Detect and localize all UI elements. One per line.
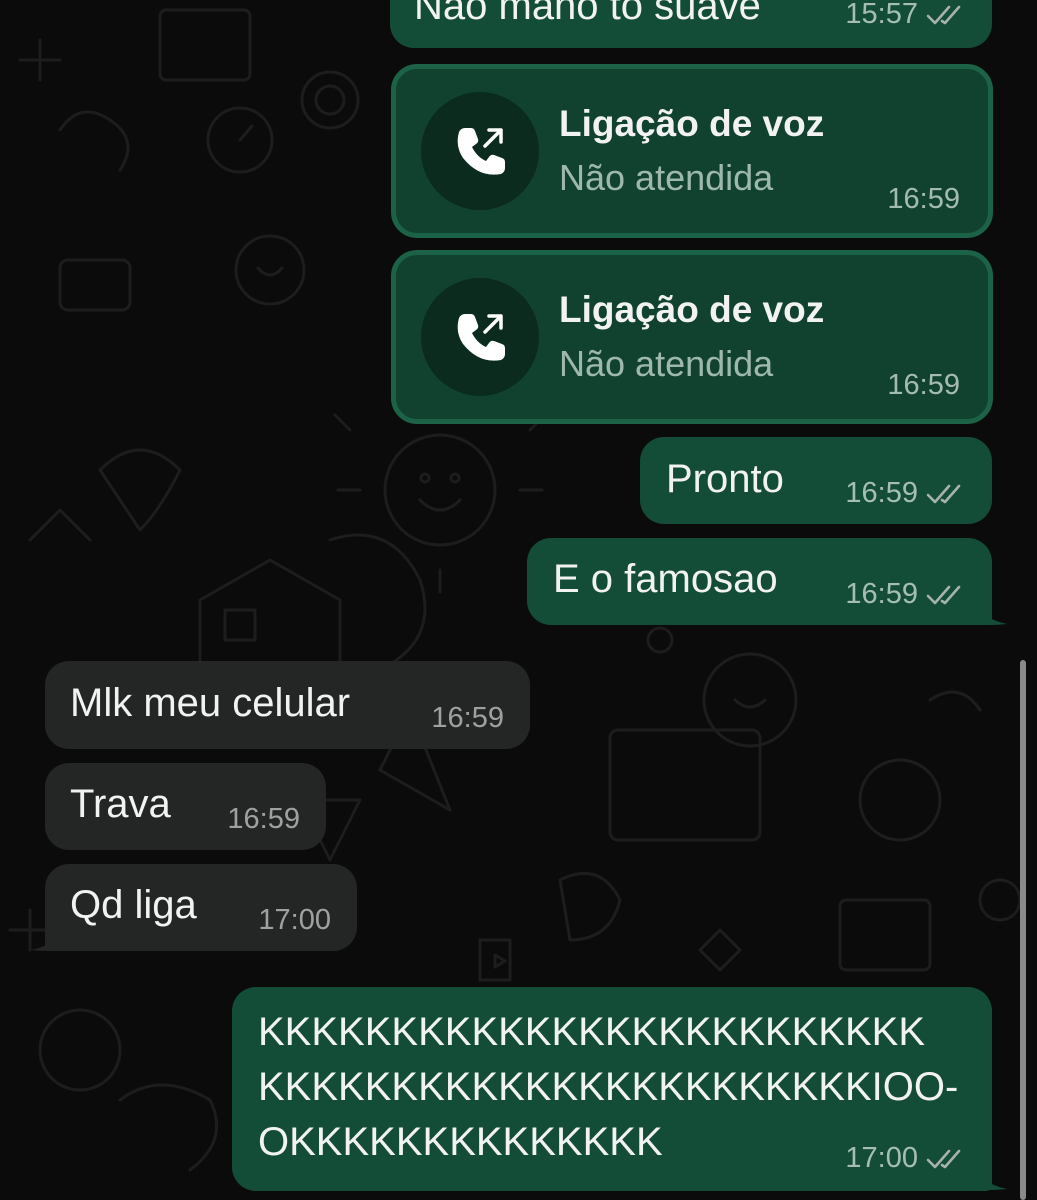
bubble-tail bbox=[31, 926, 63, 951]
message-meta: 16:59 bbox=[845, 578, 966, 611]
outgoing-call-icon bbox=[457, 128, 505, 175]
message-time: 16:59 bbox=[431, 702, 504, 734]
call-title: Ligação de voz bbox=[559, 289, 825, 330]
call-icon-circle bbox=[421, 92, 539, 210]
call-icon-circle bbox=[421, 278, 539, 396]
outgoing-message[interactable]: Pronto 16:59 bbox=[640, 437, 992, 524]
message-meta: 17:00 bbox=[845, 1142, 966, 1175]
message-text: E o famosao bbox=[553, 557, 778, 601]
incoming-message[interactable]: Trava 16:59 bbox=[45, 763, 326, 850]
bubble-tail bbox=[975, 600, 1007, 625]
outgoing-call-icon bbox=[457, 314, 505, 361]
message-time: 16:59 bbox=[887, 369, 960, 401]
message-meta: 16:59 bbox=[845, 477, 966, 510]
message-text: Pronto bbox=[666, 457, 784, 501]
message-time: 16:59 bbox=[845, 578, 918, 610]
message-line: KKKKKKKKKKKKKKKKKKKKKKKKK bbox=[258, 1010, 925, 1054]
call-status: Não atendida bbox=[559, 343, 774, 384]
message-meta: 15:57 bbox=[845, 0, 966, 31]
double-check-icon bbox=[926, 585, 961, 604]
bubble-tail bbox=[975, 1165, 1007, 1190]
message-line: KKKKKKKKKKKKKKKKKKKKKKKIOO- bbox=[258, 1065, 959, 1109]
double-check-icon bbox=[926, 1149, 961, 1168]
call-title: Ligação de voz bbox=[559, 103, 825, 144]
message-time: 15:57 bbox=[845, 0, 918, 30]
outgoing-message[interactable]: Não mano to suave 15:57 bbox=[390, 0, 992, 48]
chat-messages-area[interactable]: Não mano to suave 15:57 Ligação de voz N… bbox=[0, 0, 1037, 1200]
message-time: 16:59 bbox=[887, 183, 960, 215]
message-meta: 16:59 bbox=[431, 702, 504, 735]
call-status: Não atendida bbox=[559, 157, 774, 198]
message-time: 16:59 bbox=[845, 477, 918, 509]
message-text: Não mano to suave bbox=[414, 0, 761, 28]
message-text: Mlk meu celular bbox=[70, 681, 351, 725]
message-meta: 16:59 bbox=[227, 803, 300, 836]
outgoing-message[interactable]: E o famosao 16:59 bbox=[527, 538, 992, 625]
scrollbar[interactable] bbox=[1020, 660, 1026, 1200]
message-time: 17:00 bbox=[845, 1142, 918, 1174]
message-time: 17:00 bbox=[258, 904, 331, 936]
message-meta: 17:00 bbox=[258, 904, 331, 937]
voice-call-message[interactable]: Ligação de voz Não atendida 16:59 bbox=[391, 250, 993, 424]
message-text: Trava bbox=[70, 782, 171, 826]
incoming-message[interactable]: Qd liga 17:00 bbox=[45, 864, 357, 951]
double-check-icon bbox=[926, 5, 961, 24]
incoming-message[interactable]: Mlk meu celular 16:59 bbox=[45, 661, 530, 749]
double-check-icon bbox=[926, 484, 961, 503]
message-text: Qd liga bbox=[70, 883, 197, 927]
outgoing-message[interactable]: KKKKKKKKKKKKKKKKKKKKKKKKK KKKKKKKKKKKKKKK… bbox=[232, 987, 992, 1191]
message-time: 16:59 bbox=[227, 803, 300, 835]
voice-call-message[interactable]: Ligação de voz Não atendida 16:59 bbox=[391, 64, 993, 238]
